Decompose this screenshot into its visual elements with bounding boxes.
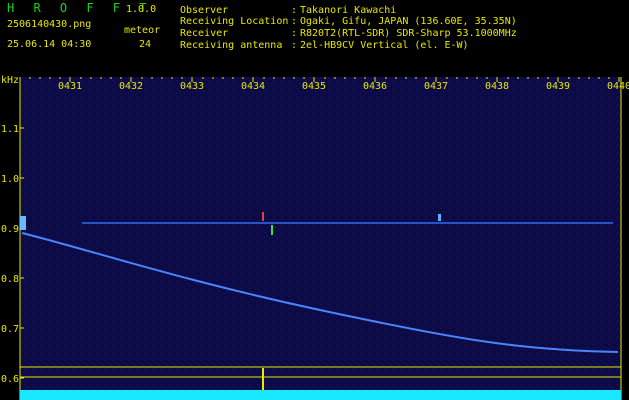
signal-level-band — [20, 390, 621, 400]
carrier-mark-3 — [438, 214, 441, 221]
receiver-value: R820T2(RTL-SDR) SDR-Sharp 53.1000MHz — [300, 28, 517, 39]
receiver-colon: : — [291, 28, 298, 39]
y-tick-label: 0.9 — [1, 224, 19, 235]
x-tick-label: 0437 — [424, 81, 448, 92]
x-tick-label: 0435 — [302, 81, 326, 92]
y-tick-label: 1.0 — [1, 174, 19, 185]
antenna-value: 2el-HB9CV Vertical (el. E-W) — [300, 40, 469, 51]
x-tick-label: 0434 — [241, 81, 265, 92]
y-tick-label: 0.6 — [1, 374, 19, 385]
x-tick-label: 0440 — [607, 81, 629, 92]
carrier-mark-2 — [271, 225, 273, 235]
carrier-mark-1 — [262, 212, 264, 221]
app-version: 1.0.0 — [126, 4, 157, 15]
meteor-count: 24 — [139, 39, 152, 50]
carrier-mark-4 — [20, 216, 26, 230]
location-colon: : — [291, 16, 298, 27]
y-unit-label: kHz — [1, 75, 19, 86]
antenna-label: Receiving antenna — [180, 40, 283, 51]
file-name: 2506140430.png — [7, 19, 92, 30]
spectrogram-background — [20, 77, 621, 400]
location-value: Ogaki, Gifu, JAPAN (136.60E, 35.35N) — [300, 16, 517, 27]
signal-level-spike — [262, 368, 264, 390]
location-label: Receiving Location — [180, 16, 289, 27]
y-tick-label: 0.7 — [1, 324, 19, 335]
meteor-label: meteor — [124, 25, 161, 36]
antenna-colon: : — [291, 40, 298, 51]
x-tick-label: 0431 — [58, 81, 82, 92]
y-tick-label: 0.8 — [1, 274, 19, 285]
file-datetime: 25.06.14 04:30 — [7, 39, 92, 50]
x-tick-label: 0438 — [485, 81, 509, 92]
header-panel: H R O F F T 1.0.0 2506140430.png 25.06.1… — [0, 0, 629, 70]
y-tick-label: 1.1 — [1, 124, 19, 135]
x-tick-label: 0436 — [363, 81, 387, 92]
x-tick-label: 0433 — [180, 81, 204, 92]
receiver-label: Receiver — [180, 28, 229, 39]
spectrogram: kHz 0431 0432 0433 0434 0435 0436 0437 0438 0439… — [1, 75, 629, 400]
x-tick-label: 0432 — [119, 81, 143, 92]
x-tick-label: 0439 — [546, 81, 570, 92]
